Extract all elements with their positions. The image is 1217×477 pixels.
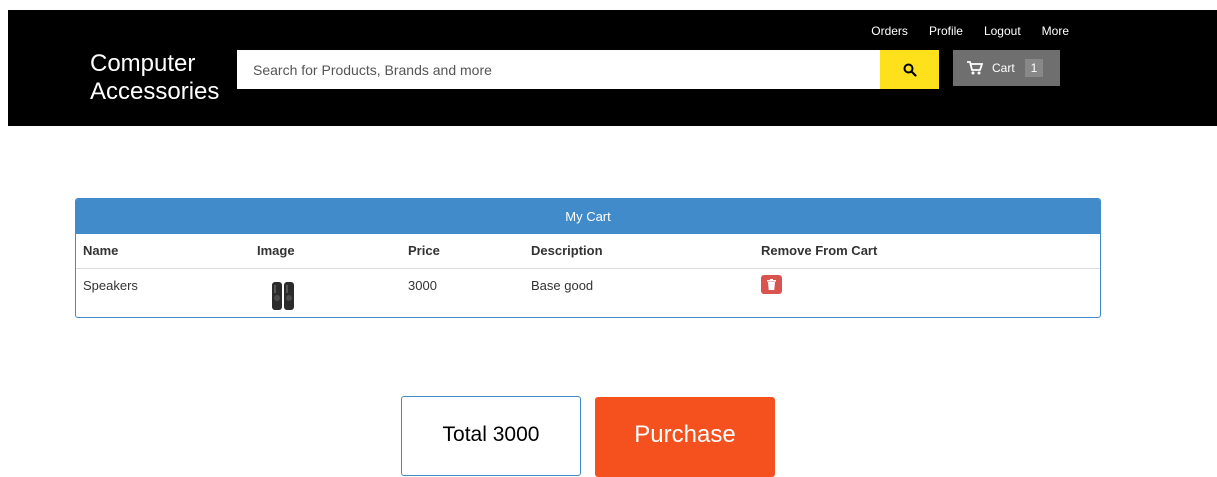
item-price: 3000 xyxy=(408,278,437,293)
brand-line-2: Accessories xyxy=(90,78,220,105)
speakers-image xyxy=(272,282,294,310)
cart-button[interactable]: Cart 1 xyxy=(953,50,1060,86)
cart-label: Cart xyxy=(992,61,1015,75)
purchase-button[interactable]: Purchase xyxy=(595,397,775,477)
item-name: Speakers xyxy=(83,278,138,293)
search-icon xyxy=(903,63,917,77)
brand-logo[interactable]: Computer Accessories xyxy=(90,50,219,106)
cart-icon xyxy=(967,61,983,75)
cart-panel: My Cart Name Image Price Description Rem… xyxy=(75,198,1101,318)
column-header-description: Description xyxy=(531,243,603,258)
column-header-price: Price xyxy=(408,243,440,258)
site-header: Orders Profile Logout More Computer Acce… xyxy=(8,10,1217,126)
trash-icon xyxy=(767,279,776,290)
remove-from-cart-button[interactable] xyxy=(761,275,782,294)
column-header-image: Image xyxy=(257,243,295,258)
item-description: Base good xyxy=(531,278,594,293)
table-header-row: Name Image Price Description Remove From… xyxy=(76,234,1100,269)
nav-profile-link[interactable]: Profile xyxy=(929,24,963,38)
top-nav: Orders Profile Logout More xyxy=(850,24,1069,38)
column-header-remove: Remove From Cart xyxy=(761,243,878,258)
column-header-name: Name xyxy=(83,243,119,258)
total-display: Total 3000 xyxy=(401,396,581,476)
brand-line-1: Computer xyxy=(90,50,196,77)
nav-logout-link[interactable]: Logout xyxy=(984,24,1021,38)
cart-panel-title: My Cart xyxy=(76,199,1100,234)
table-row: Speakers 3000 Base good xyxy=(76,269,1100,317)
search-input[interactable] xyxy=(237,50,880,89)
cart-count-badge: 1 xyxy=(1024,59,1044,77)
nav-orders-link[interactable]: Orders xyxy=(871,24,908,38)
search-button[interactable] xyxy=(880,50,939,89)
nav-more-link[interactable]: More xyxy=(1042,24,1069,38)
